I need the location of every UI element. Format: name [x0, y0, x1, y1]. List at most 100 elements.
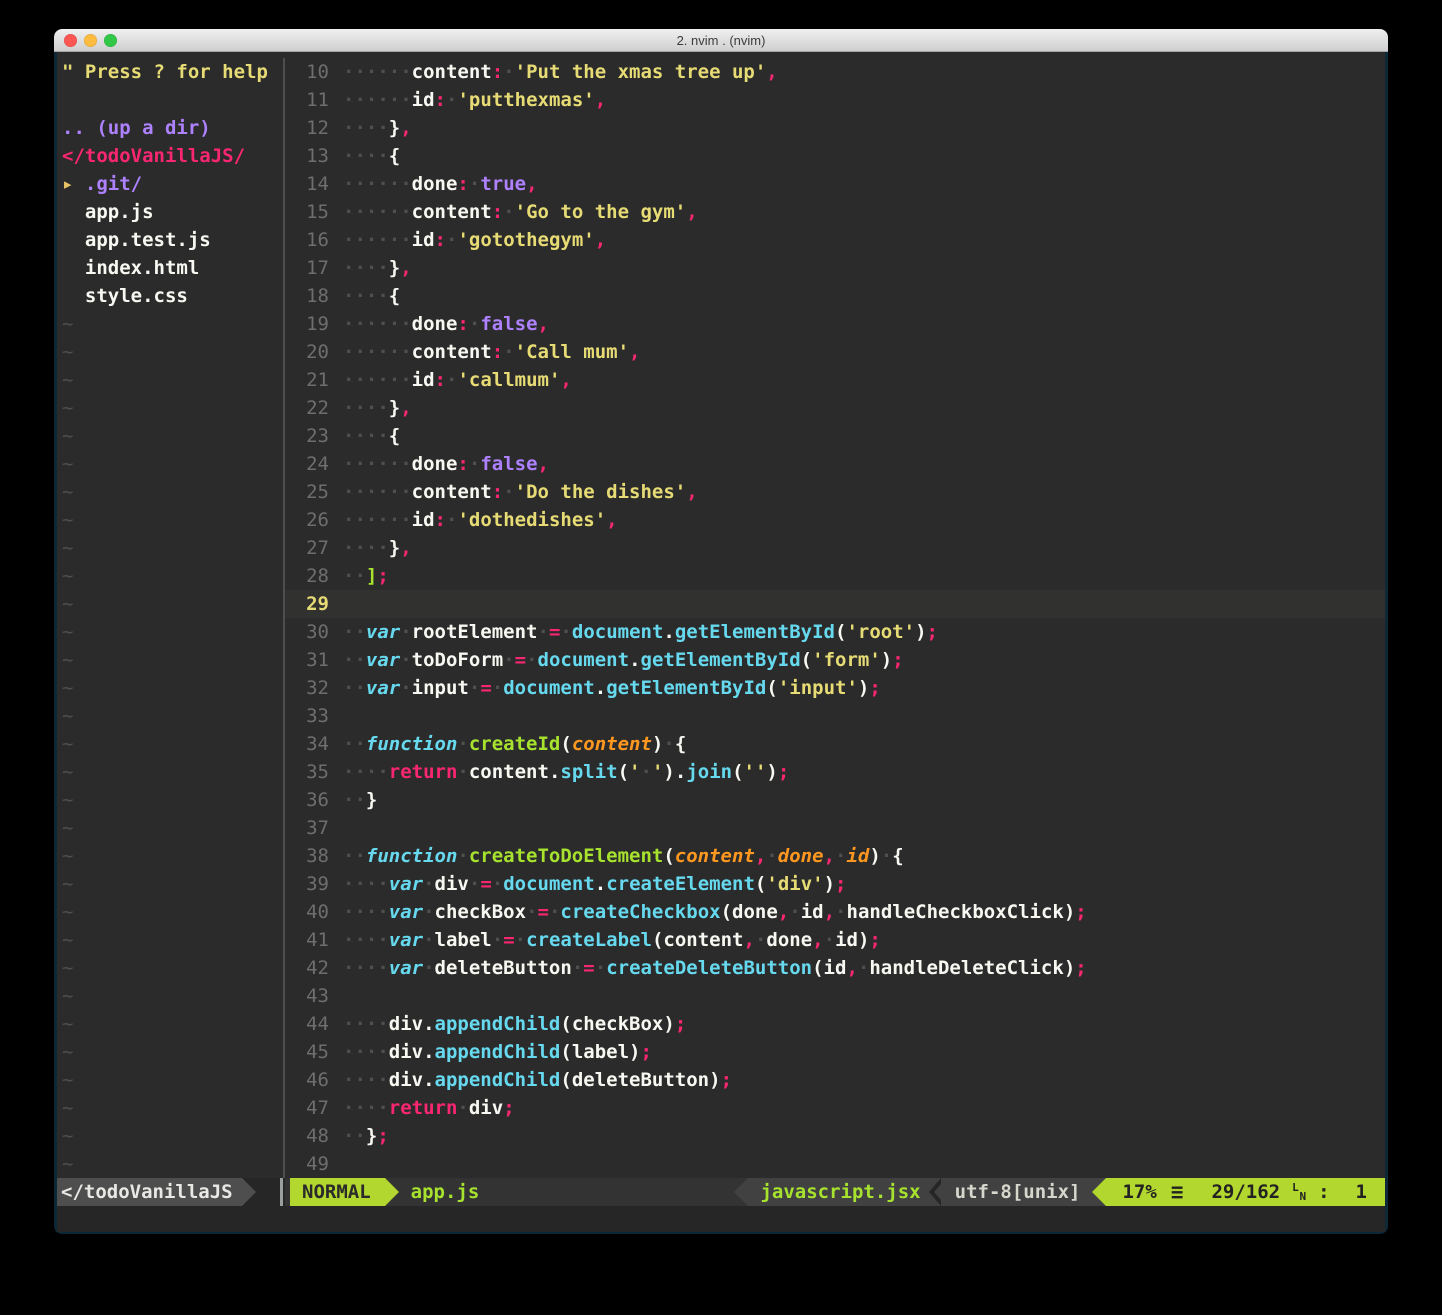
- line-number: 16: [285, 226, 343, 254]
- line-number: 11: [285, 86, 343, 114]
- line-number: 26: [285, 506, 343, 534]
- line-number: 17: [285, 254, 343, 282]
- code-line[interactable]: 40····var·checkBox·=·createCheckbox(done…: [285, 898, 1385, 926]
- code-line[interactable]: 20······content:·'Call mum',: [285, 338, 1385, 366]
- terminal-content: " Press ? for help.. (up a dir)</todoVan…: [54, 52, 1388, 1234]
- code-line[interactable]: 21······id:·'callmum',: [285, 366, 1385, 394]
- code-line[interactable]: 19······done:·false,: [285, 310, 1385, 338]
- line-of-total: 29/162: [1211, 1178, 1280, 1206]
- column-number: 1: [1356, 1178, 1367, 1206]
- mode-indicator: NORMAL: [290, 1178, 385, 1206]
- code-line[interactable]: 35····return·content.split('·').join('')…: [285, 758, 1385, 786]
- code-line[interactable]: 25······content:·'Do the dishes',: [285, 478, 1385, 506]
- code-line[interactable]: 14······done:·true,: [285, 170, 1385, 198]
- code-line[interactable]: 12····},: [285, 114, 1385, 142]
- cursor-position: 17% ≡ 29/162 LN : 1: [1106, 1178, 1385, 1206]
- powerline-separator-icon: [734, 1178, 748, 1206]
- colon-separator: :: [1318, 1178, 1329, 1206]
- line-number: 39: [285, 870, 343, 898]
- line-number: 34: [285, 730, 343, 758]
- code-line[interactable]: 34··function·createId(content)·{: [285, 730, 1385, 758]
- line-number: 36: [285, 786, 343, 814]
- code-line[interactable]: 18····{: [285, 282, 1385, 310]
- close-button[interactable]: [64, 34, 77, 47]
- line-number: 27: [285, 534, 343, 562]
- code-line[interactable]: 37: [285, 814, 1385, 842]
- tree-item-index-html[interactable]: index.html: [57, 254, 283, 282]
- line-number: 18: [285, 282, 343, 310]
- code-line[interactable]: 48··};: [285, 1122, 1385, 1150]
- tree-item-app-test-js[interactable]: app.test.js: [57, 226, 283, 254]
- empty-line-marker: ~: [57, 674, 283, 702]
- line-number: 47: [285, 1094, 343, 1122]
- editor-buffer[interactable]: 10······content:·'Put the xmas tree up',…: [285, 58, 1385, 1178]
- empty-line-marker: ~: [57, 842, 283, 870]
- code-line[interactable]: 47····return·div;: [285, 1094, 1385, 1122]
- code-line[interactable]: 15······content:·'Go to the gym',: [285, 198, 1385, 226]
- tree-item-app-js[interactable]: app.js: [57, 198, 283, 226]
- code-line[interactable]: 23····{: [285, 422, 1385, 450]
- desktop: 2. nvim . (nvim) " Press ? for help .. (u…: [0, 0, 1442, 1315]
- scroll-percent: 17%: [1122, 1178, 1156, 1206]
- line-number: 31: [285, 646, 343, 674]
- empty-line-marker: ~: [57, 1150, 283, 1178]
- code-line[interactable]: 16······id:·'gotothegym',: [285, 226, 1385, 254]
- code-line[interactable]: 39····var·div·=·document.createElement('…: [285, 870, 1385, 898]
- titlebar[interactable]: 2. nvim . (nvim): [54, 29, 1388, 52]
- code-line[interactable]: 32··var·input·=·document.getElementById(…: [285, 674, 1385, 702]
- code-line[interactable]: 13····{: [285, 142, 1385, 170]
- code-line[interactable]: 22····},: [285, 394, 1385, 422]
- code-line[interactable]: 10······content:·'Put the xmas tree up',: [285, 58, 1385, 86]
- encoding: utf-8[unix]: [947, 1178, 1093, 1206]
- code-line[interactable]: 49: [285, 1150, 1385, 1178]
- code-line[interactable]: 11······id:·'putthexmas',: [285, 86, 1385, 114]
- code-line[interactable]: 38··function·createToDoElement(content,·…: [285, 842, 1385, 870]
- nerdtree-panel[interactable]: " Press ? for help .. (up a dir)</todoVan…: [57, 58, 283, 1178]
- code-line[interactable]: 44····div.appendChild(checkBox);: [285, 1010, 1385, 1038]
- tree-item-git-dir[interactable]: ▸ .git/: [57, 170, 283, 198]
- code-line[interactable]: 36··}: [285, 786, 1385, 814]
- terminal-window: 2. nvim . (nvim) " Press ? for help .. (u…: [54, 29, 1388, 1234]
- code-line[interactable]: 27····},: [285, 534, 1385, 562]
- powerline-separator-icon: [385, 1178, 399, 1206]
- line-number: 19: [285, 310, 343, 338]
- line-number: 33: [285, 702, 343, 730]
- code-line[interactable]: 43: [285, 982, 1385, 1010]
- tree-root[interactable]: </todoVanillaJS/: [57, 142, 283, 170]
- tree-item-up-dir[interactable]: .. (up a dir): [57, 114, 283, 142]
- code-line[interactable]: 45····div.appendChild(label);: [285, 1038, 1385, 1066]
- code-line[interactable]: 26······id:·'dothedishes',: [285, 506, 1385, 534]
- code-line[interactable]: 28··];: [285, 562, 1385, 590]
- line-number: 45: [285, 1038, 343, 1066]
- line-number: 43: [285, 982, 343, 1010]
- nerdtree-help: " Press ? for help: [57, 58, 283, 86]
- nerdtree-statusline: </todoVanillaJS: [57, 1178, 285, 1206]
- line-number-icon: LN: [1292, 1180, 1306, 1204]
- code-line[interactable]: 41····var·label·=·createLabel(content,·d…: [285, 926, 1385, 954]
- empty-line-marker: ~: [57, 954, 283, 982]
- tree-item-style-css[interactable]: style.css: [57, 282, 283, 310]
- code-line[interactable]: 46····div.appendChild(deleteButton);: [285, 1066, 1385, 1094]
- zoom-button[interactable]: [104, 34, 117, 47]
- code-line[interactable]: 17····},: [285, 254, 1385, 282]
- line-number: 38: [285, 842, 343, 870]
- empty-line-marker: ~: [57, 814, 283, 842]
- command-line[interactable]: [57, 1206, 1385, 1232]
- code-line[interactable]: 42····var·deleteButton·=·createDeleteBut…: [285, 954, 1385, 982]
- line-number: 15: [285, 198, 343, 226]
- line-number: 44: [285, 1010, 343, 1038]
- code-line[interactable]: 29: [285, 590, 1385, 618]
- code-line[interactable]: 30··var·rootElement·=·document.getElemen…: [285, 618, 1385, 646]
- line-number: 49: [285, 1150, 343, 1178]
- code-line[interactable]: 24······done:·false,: [285, 450, 1385, 478]
- code-line[interactable]: 31··var·toDoForm·=·document.getElementBy…: [285, 646, 1385, 674]
- empty-line-marker: ~: [57, 562, 283, 590]
- statusline-separator: [280, 1178, 283, 1206]
- empty-line-marker: ~: [57, 1122, 283, 1150]
- line-number: 48: [285, 1122, 343, 1150]
- empty-line-marker: ~: [57, 646, 283, 674]
- empty-line-marker: ~: [57, 618, 283, 646]
- code-line[interactable]: 33: [285, 702, 1385, 730]
- line-number: 20: [285, 338, 343, 366]
- minimize-button[interactable]: [84, 34, 97, 47]
